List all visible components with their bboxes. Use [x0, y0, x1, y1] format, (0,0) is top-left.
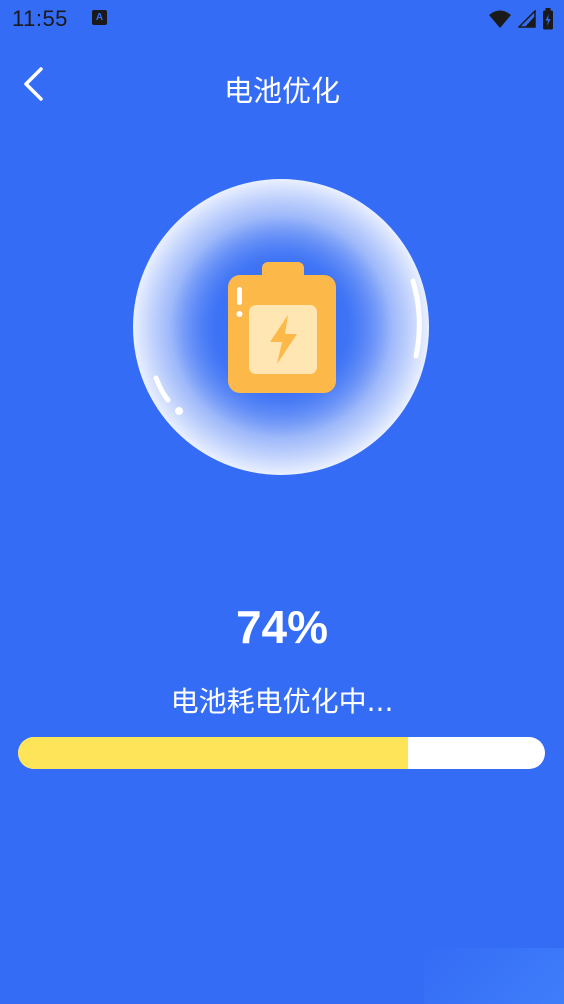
- status-time: 11:55: [12, 6, 68, 31]
- progress-percent: 74%: [235, 601, 329, 653]
- corner-decoration: [424, 948, 564, 1004]
- bubble-highlight-dot: [175, 407, 183, 415]
- progress-status-text: 电池耗电优化中...: [170, 685, 394, 718]
- progress-bar-fill: [18, 737, 408, 769]
- wifi-icon: [489, 10, 511, 28]
- battery-bolt-icon: [228, 262, 336, 393]
- status-bar: 11:55 A: [0, 0, 564, 40]
- battery-charging-icon: [543, 8, 553, 30]
- page-title: 电池优化: [223, 74, 340, 108]
- status-icons: [488, 8, 554, 30]
- cell-signal-icon: [518, 10, 536, 28]
- progress-bar: [18, 737, 545, 769]
- notification-icon: A: [92, 10, 107, 25]
- battery-bubble: [133, 179, 429, 475]
- app-bar: 电池优化: [0, 50, 564, 120]
